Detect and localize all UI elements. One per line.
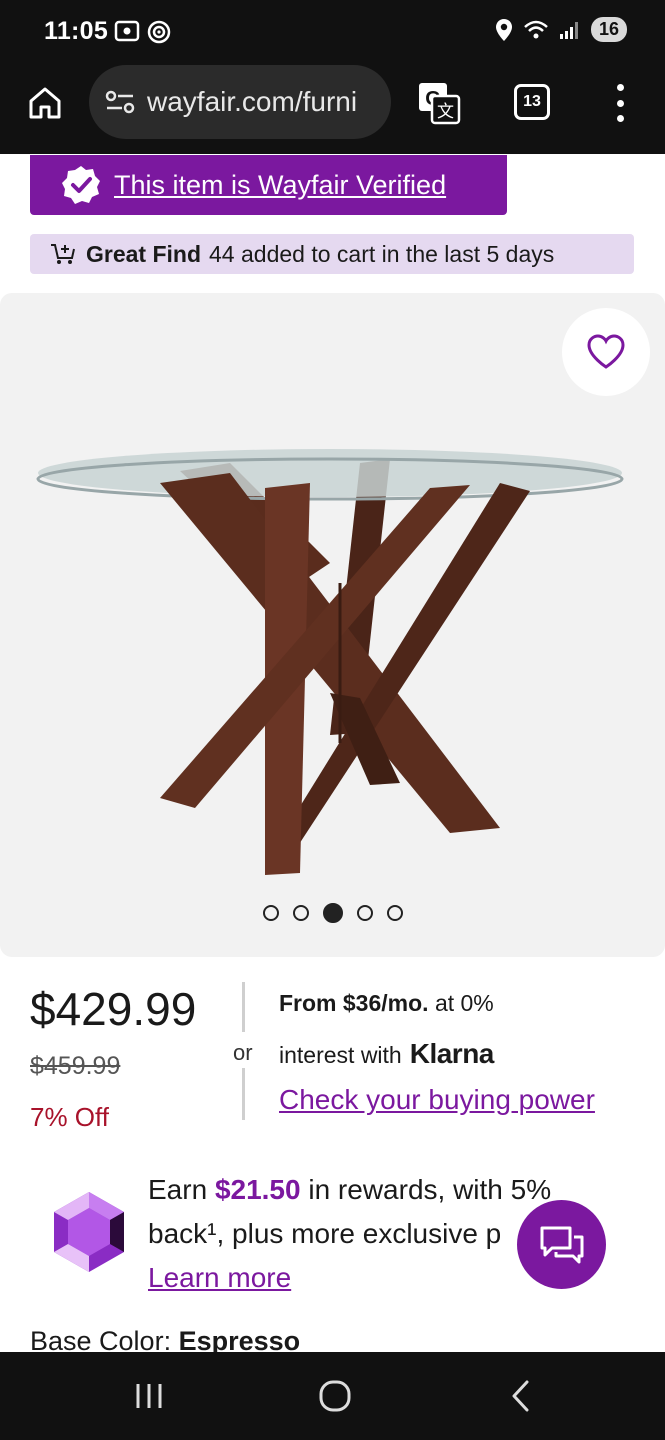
gallery-dot[interactable] <box>386 905 403 921</box>
home-nav-button[interactable] <box>310 1374 360 1418</box>
wifi-icon <box>524 20 548 38</box>
great-find-label: Great Find <box>86 240 202 267</box>
back-chevron-icon <box>512 1380 529 1412</box>
status-time: 11:05 <box>44 17 109 45</box>
rewards-earn-suffix: in rewards, with 5% <box>308 1174 552 1205</box>
site-settings-icon[interactable] <box>105 90 135 114</box>
hotspot-icon <box>147 20 171 44</box>
svg-text:文: 文 <box>437 102 454 121</box>
rewards-line-2: back¹, plus more exclusive p <box>148 1218 502 1249</box>
great-find-badge: Great Find 44 added to cart in the last … <box>30 234 634 274</box>
browser-toolbar: wayfair.com/furni G文 13 <box>0 62 665 154</box>
financing-rate: at 0% <box>434 990 494 1016</box>
discount-label: 7% Off <box>30 1102 110 1132</box>
chat-button[interactable] <box>517 1200 606 1289</box>
back-button[interactable] <box>496 1374 546 1418</box>
home-circle-icon <box>319 1380 351 1412</box>
buying-power-link[interactable]: Check your buying power <box>279 1084 595 1116</box>
rewards-earn: Earn <box>148 1174 208 1205</box>
menu-dot <box>616 115 624 122</box>
menu-dot <box>616 99 624 107</box>
battery-indicator: 16 <box>590 17 627 42</box>
product-image-gallery[interactable] <box>0 293 665 957</box>
great-find-text: 44 added to cart in the last 5 days <box>209 240 555 267</box>
gallery-dot[interactable] <box>262 905 279 921</box>
product-image <box>36 449 624 875</box>
rewards-gem-icon <box>54 1192 124 1272</box>
rewards-line-1: Earn $21.50 in rewards, with 5% <box>148 1174 551 1206</box>
signal-icon <box>559 21 578 39</box>
address-bar[interactable]: wayfair.com/furni <box>89 65 391 139</box>
rewards-amount: $21.50 <box>214 1174 301 1205</box>
divider-bottom <box>242 1068 245 1120</box>
gallery-pagination <box>0 903 665 923</box>
cart-add-icon <box>51 244 75 264</box>
verified-link[interactable]: This item is Wayfair Verified <box>114 170 446 201</box>
favorite-button[interactable] <box>562 308 650 396</box>
gallery-dot[interactable] <box>292 905 309 921</box>
financing-line-1: From $36/mo. at 0% <box>279 990 494 1017</box>
system-navigation-bar <box>0 1352 665 1440</box>
screen-capture-icon <box>114 20 140 42</box>
overflow-menu-button[interactable] <box>606 84 634 122</box>
divider-top <box>242 982 245 1032</box>
status-bar: 11:05 16 <box>0 0 665 62</box>
sale-price: $429.99 <box>30 983 197 1035</box>
translate-icon: G文 <box>419 83 461 125</box>
url-text: wayfair.com/furni <box>147 86 358 117</box>
verified-badge-icon <box>62 166 100 204</box>
status-right-icons: 16 <box>495 17 627 42</box>
translate-button[interactable]: G文 <box>416 80 462 126</box>
status-left-icons <box>114 19 172 45</box>
location-icon <box>495 18 512 41</box>
home-button[interactable] <box>24 82 66 124</box>
gallery-dot[interactable] <box>322 903 343 923</box>
recent-apps-button[interactable] <box>124 1374 174 1418</box>
learn-more-link[interactable]: Learn more <box>148 1262 291 1294</box>
financing-line-2: interest with Klarna <box>279 1038 494 1070</box>
menu-dot <box>616 84 624 91</box>
wayfair-verified-banner[interactable]: This item is Wayfair Verified <box>30 155 507 215</box>
chat-icon <box>540 1226 583 1263</box>
recent-apps-icon <box>136 1384 162 1408</box>
klarna-logo: Klarna <box>409 1038 495 1069</box>
heart-icon <box>587 334 625 369</box>
home-icon <box>29 87 61 119</box>
or-label: or <box>233 1040 253 1065</box>
financing-from: From <box>279 990 337 1016</box>
tab-switcher-button[interactable]: 13 <box>514 84 550 120</box>
gallery-dot[interactable] <box>356 905 373 921</box>
financing-interest: interest with <box>279 1042 402 1068</box>
financing-monthly: $36/mo. <box>342 990 429 1016</box>
original-price: $459.99 <box>30 1052 121 1080</box>
